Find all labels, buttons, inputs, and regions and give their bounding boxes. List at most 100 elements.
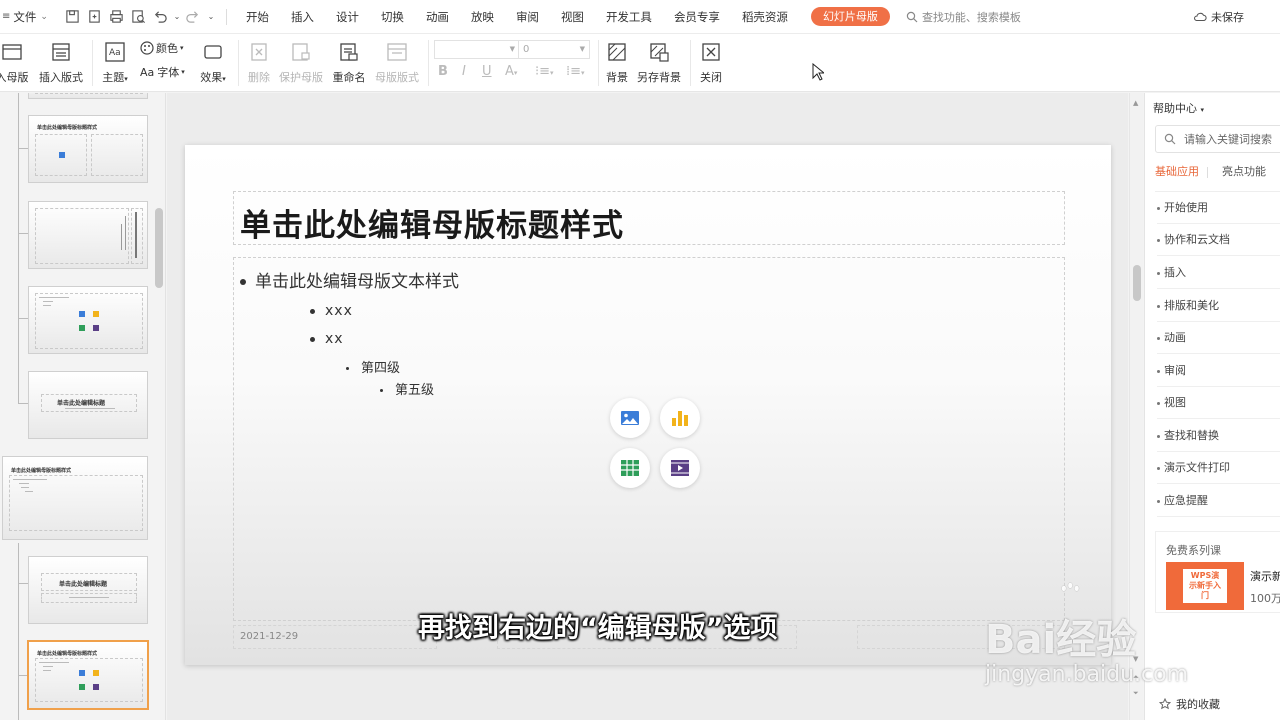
free-course-card[interactable]: 免费系列课 WPS演示新手入门 演示新 100万	[1155, 531, 1280, 613]
tab-basic-apps[interactable]: 基础应用	[1155, 165, 1199, 178]
slide-thumbnail[interactable]	[28, 93, 148, 99]
insert-layout-button[interactable]: 插入版式	[38, 38, 84, 88]
print-preview-icon[interactable]	[128, 6, 150, 28]
text-level-5[interactable]: 第五级	[380, 379, 434, 398]
scroll-up-icon[interactable]: ▲	[1133, 99, 1138, 107]
undo-dropdown-icon[interactable]: ⌄	[172, 6, 182, 28]
slide-thumbnail[interactable]: 单击此处编辑母版标题样式	[28, 115, 148, 183]
font-size-select[interactable]: 0 ▼	[518, 40, 590, 59]
master-layout-button[interactable]: 母版版式	[374, 38, 420, 88]
insert-video-button[interactable]	[660, 448, 700, 488]
content-placeholder[interactable]: 单击此处编辑母版文本样式 xxx xx 第四级 第五级	[233, 257, 1065, 621]
slide-thumbnail-master[interactable]: 单击此处编辑母版标题样式	[2, 456, 148, 540]
help-item-emergency[interactable]: 应急提醒	[1157, 485, 1280, 517]
help-item-review[interactable]: 审阅	[1157, 355, 1280, 387]
bold-icon[interactable]: B	[438, 64, 448, 79]
font-button[interactable]: Aa 字体 ▾	[140, 64, 185, 80]
slide-thumbnail-panel[interactable]: 单击此处编辑母版标题样式 单击此处编辑标题 单击此处编辑母版标题样式 单击此处编…	[0, 93, 166, 720]
customize-toolbar-icon[interactable]: ⌄	[204, 6, 218, 28]
help-search-input[interactable]: 请输入关键词搜索	[1155, 125, 1280, 153]
save-status[interactable]: 未保存	[1193, 0, 1244, 34]
insert-picture-button[interactable]	[610, 398, 650, 438]
insert-master-button[interactable]: 入母版	[0, 38, 34, 88]
bullet-icon	[1157, 499, 1160, 503]
delete-button[interactable]: 删除	[244, 38, 274, 88]
course-section-title: 免费系列课	[1166, 544, 1221, 557]
feature-search[interactable]: 查找功能、搜索模板	[906, 9, 1021, 25]
table-icon	[79, 325, 85, 331]
insert-table-button[interactable]	[610, 448, 650, 488]
help-item-view[interactable]: 视图	[1157, 387, 1280, 419]
numbered-list-icon[interactable]: ⁞≡▾	[566, 64, 585, 79]
tab-animation[interactable]: 动画	[415, 0, 460, 34]
background-button[interactable]: 背景	[602, 38, 632, 88]
lock-icon	[288, 39, 314, 65]
save-icon[interactable]	[62, 6, 84, 28]
close-master-button[interactable]: 关闭	[698, 38, 724, 88]
help-item-find-replace[interactable]: 查找和替换	[1157, 420, 1280, 452]
slide-thumbnail[interactable]	[28, 286, 148, 354]
slide-thumbnail[interactable]	[28, 201, 148, 269]
slide-thumbnail[interactable]: 单击此处编辑标题	[28, 371, 148, 439]
effect-button[interactable]: 效果▾	[196, 38, 230, 88]
help-search-placeholder: 请输入关键词搜索	[1184, 133, 1272, 146]
chevron-down-icon: ▼	[509, 45, 515, 53]
font-name-select[interactable]: ▼	[434, 40, 520, 59]
bullet-icon	[1157, 304, 1160, 308]
insert-chart-button[interactable]	[660, 398, 700, 438]
bullet-list-icon[interactable]: ⁝≡▾	[535, 64, 554, 79]
tab-design[interactable]: 设计	[325, 0, 370, 34]
underline-icon[interactable]: U	[482, 64, 492, 79]
tab-slide-master[interactable]: 幻灯片母版	[810, 7, 890, 26]
tab-developer[interactable]: 开发工具	[595, 0, 663, 34]
tab-membership[interactable]: 会员专享	[663, 0, 731, 34]
divider	[598, 40, 599, 86]
slide-thumbnail-selected[interactable]: 单击此处编辑母版标题样式	[27, 640, 149, 710]
theme-button[interactable]: Aa 主题▾	[98, 38, 132, 88]
tab-transition[interactable]: 切换	[370, 0, 415, 34]
redo-icon[interactable]	[182, 6, 204, 28]
help-item-collab-cloud[interactable]: 协作和云文档	[1157, 224, 1280, 256]
tab-home[interactable]: 开始	[235, 0, 280, 34]
master-layout-icon	[384, 39, 410, 65]
help-item-animation[interactable]: 动画	[1157, 322, 1280, 354]
protect-master-button[interactable]: 保护母版	[278, 38, 324, 88]
tab-docer[interactable]: 稻壳资源	[731, 0, 799, 34]
tab-highlight-features[interactable]: 亮点功能	[1222, 165, 1266, 178]
tree-line	[18, 93, 19, 403]
tab-view[interactable]: 视图	[550, 0, 595, 34]
font-color-icon[interactable]: A▾	[505, 64, 517, 79]
slide-thumbnail[interactable]: 单击此处编辑标题	[28, 556, 148, 624]
italic-icon[interactable]: I	[462, 64, 466, 79]
help-center-header[interactable]: 帮助中心 ▾	[1153, 100, 1204, 116]
page-down-icon[interactable]: ⏷	[1133, 689, 1139, 698]
watermark-brand: Bai经验	[985, 617, 1137, 663]
tab-review[interactable]: 审阅	[505, 0, 550, 34]
my-favorites-button[interactable]: 我的收藏	[1159, 696, 1220, 712]
text-level-3[interactable]: xx	[310, 331, 344, 347]
text-level-1[interactable]: 单击此处编辑母版文本样式	[240, 267, 459, 292]
save-background-button[interactable]: 另存背景	[636, 38, 682, 88]
export-icon[interactable]	[84, 6, 106, 28]
tab-slideshow[interactable]: 放映	[460, 0, 505, 34]
title-placeholder[interactable]: 单击此处编辑母版标题样式	[233, 191, 1065, 245]
slide-master[interactable]: 单击此处编辑母版标题样式 单击此处编辑母版文本样式 xxx xx 第四级 第五级	[185, 145, 1111, 665]
scroll-thumb[interactable]	[1133, 265, 1141, 301]
text-level-2[interactable]: xxx	[310, 303, 353, 319]
course-thumbnail[interactable]: WPS演示新手入门	[1166, 562, 1244, 610]
help-item-getting-started[interactable]: 开始使用	[1157, 192, 1280, 224]
text-level-4[interactable]: 第四级	[346, 357, 400, 376]
tab-insert[interactable]: 插入	[280, 0, 325, 34]
print-icon[interactable]	[106, 6, 128, 28]
file-menu-button[interactable]: ≡ 文件 ⌄	[0, 9, 48, 25]
color-button[interactable]: 颜色 ▾	[140, 40, 184, 56]
date-placeholder[interactable]: 2021-12-29	[233, 625, 437, 649]
help-item-insert[interactable]: 插入	[1157, 257, 1280, 289]
help-item-layout[interactable]: 排版和美化	[1157, 290, 1280, 322]
rename-button[interactable]: 重命名	[330, 38, 368, 88]
thumbnail-scrollbar[interactable]	[155, 208, 163, 288]
help-item-print[interactable]: 演示文件打印	[1157, 452, 1280, 484]
course-name[interactable]: 演示新	[1250, 568, 1280, 584]
master-title-text[interactable]: 单击此处编辑母版标题样式	[240, 200, 624, 245]
undo-icon[interactable]	[150, 6, 172, 28]
